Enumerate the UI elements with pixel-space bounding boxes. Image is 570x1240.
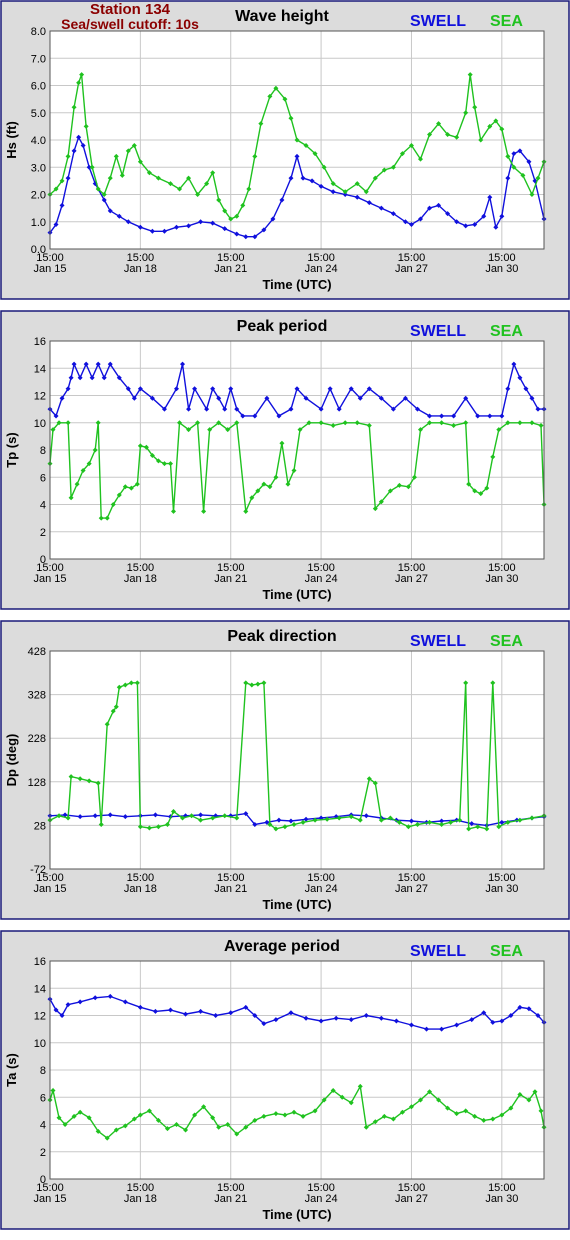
legend-sea: SEA <box>490 633 523 650</box>
legend-sea: SEA <box>490 323 523 340</box>
x-tick-date: Jan 24 <box>305 1193 338 1205</box>
x-tick-date: Jan 21 <box>214 573 247 585</box>
x-tick-date: Jan 21 <box>214 263 247 275</box>
legend-sea: SEA <box>490 13 523 30</box>
y-axis-label: Ta (s) <box>4 1053 19 1087</box>
x-tick-date: Jan 24 <box>305 573 338 585</box>
y-tick-label: 7.0 <box>31 53 46 65</box>
peak-period-chart: 024681012141615:00Jan 1515:00Jan 1815:00… <box>0 310 570 610</box>
x-axis-label: Time (UTC) <box>262 587 331 602</box>
x-tick-date: Jan 18 <box>124 883 157 895</box>
average-period-chart: 024681012141615:00Jan 1515:00Jan 1815:00… <box>0 930 570 1230</box>
y-tick-label: 428 <box>28 646 46 658</box>
y-tick-label: 2 <box>40 1147 46 1159</box>
y-tick-label: 328 <box>28 690 46 702</box>
y-tick-label: 10 <box>34 418 46 430</box>
x-tick-date: Jan 27 <box>395 573 428 585</box>
y-tick-label: 3.0 <box>31 162 46 174</box>
x-tick-date: Jan 18 <box>124 1193 157 1205</box>
x-tick-date: Jan 27 <box>395 263 428 275</box>
x-tick-date: Jan 27 <box>395 1193 428 1205</box>
x-tick-date: Jan 21 <box>214 1193 247 1205</box>
x-tick-date: Jan 15 <box>33 1193 66 1205</box>
chart-title: Average period <box>224 938 340 955</box>
legend-swell: SWELL <box>410 633 466 650</box>
y-axis-label: Hs (ft) <box>4 121 19 159</box>
y-axis-label: Dp (deg) <box>4 734 19 787</box>
y-tick-label: 5.0 <box>31 108 46 120</box>
legend-swell: SWELL <box>410 13 466 30</box>
y-tick-label: 12 <box>34 1011 46 1023</box>
x-axis-label: Time (UTC) <box>262 897 331 912</box>
x-tick-date: Jan 30 <box>485 883 518 895</box>
x-tick-date: Jan 30 <box>485 263 518 275</box>
sea-swell-cutoff: Sea/swell cutoff: 10s <box>61 16 199 32</box>
x-axis-label: Time (UTC) <box>262 1207 331 1222</box>
chart-title: Wave height <box>235 8 329 25</box>
x-tick-date: Jan 30 <box>485 1193 518 1205</box>
chart-title: Peak direction <box>227 628 336 645</box>
y-tick-label: 16 <box>34 956 46 968</box>
y-tick-label: 1.0 <box>31 217 46 229</box>
y-tick-label: 2.0 <box>31 190 46 202</box>
x-tick-date: Jan 30 <box>485 573 518 585</box>
y-tick-label: 8.0 <box>31 26 46 38</box>
x-tick-date: Jan 18 <box>124 263 157 275</box>
y-axis-label: Tp (s) <box>4 432 19 467</box>
x-tick-date: Jan 24 <box>305 883 338 895</box>
x-tick-date: Jan 15 <box>33 263 66 275</box>
y-tick-label: 6 <box>40 472 46 484</box>
x-tick-date: Jan 24 <box>305 263 338 275</box>
plot-area <box>50 651 544 869</box>
y-tick-label: 16 <box>34 336 46 348</box>
y-tick-label: 8 <box>40 1065 46 1077</box>
wave-height-panel: 0.0 1.0 2.0 3.0 4.0 5.0 6.0 7.0 8.0 15:00 Jan 15 15… <box>0 0 570 300</box>
x-tick-date: Jan 15 <box>33 883 66 895</box>
peak-period-panel: 0 2 4 6 8 10 12 14 16 15:00 Jan 15 15:00 Jan 18 15:00… <box>0 310 570 610</box>
y-tick-label: 4 <box>40 500 46 512</box>
y-tick-label: 12 <box>34 391 46 403</box>
x-tick-date: Jan 27 <box>395 883 428 895</box>
x-tick-date: Jan 21 <box>214 883 247 895</box>
peak-direction-chart: -722812822832842815:00Jan 1515:00Jan 181… <box>0 620 570 920</box>
legend-sea: SEA <box>490 943 523 960</box>
x-axis-label: Time (UTC) <box>262 277 331 292</box>
x-tick-date: Jan 15 <box>33 573 66 585</box>
x-tick-date: Jan 18 <box>124 573 157 585</box>
y-tick-label: 2 <box>40 527 46 539</box>
legend-swell: SWELL <box>410 943 466 960</box>
y-tick-label: 4.0 <box>31 135 46 147</box>
chart-title: Peak period <box>237 318 328 335</box>
peak-direction-panel: -72 28 128 228 328 428 15:00 Jan 15 15:00 Jan 18 1… <box>0 620 570 920</box>
average-period-panel: 0 2 4 6 8 10 12 14 16 15:00 Jan 15 15:00 Jan 18 15:00… <box>0 930 570 1230</box>
y-tick-label: 8 <box>40 445 46 457</box>
legend-swell: SWELL <box>410 323 466 340</box>
y-tick-label: 128 <box>28 777 46 789</box>
y-tick-label: 14 <box>34 983 46 995</box>
y-tick-label: 6 <box>40 1092 46 1104</box>
y-tick-label: 4 <box>40 1120 46 1132</box>
y-tick-label: 28 <box>34 820 46 832</box>
y-tick-label: 6.0 <box>31 81 46 93</box>
wave-height-chart: 0.01.02.03.04.05.06.07.08.015:00Jan 1515… <box>0 0 570 300</box>
y-tick-label: 14 <box>34 363 46 375</box>
y-tick-label: 10 <box>34 1038 46 1050</box>
y-tick-label: 228 <box>28 733 46 745</box>
